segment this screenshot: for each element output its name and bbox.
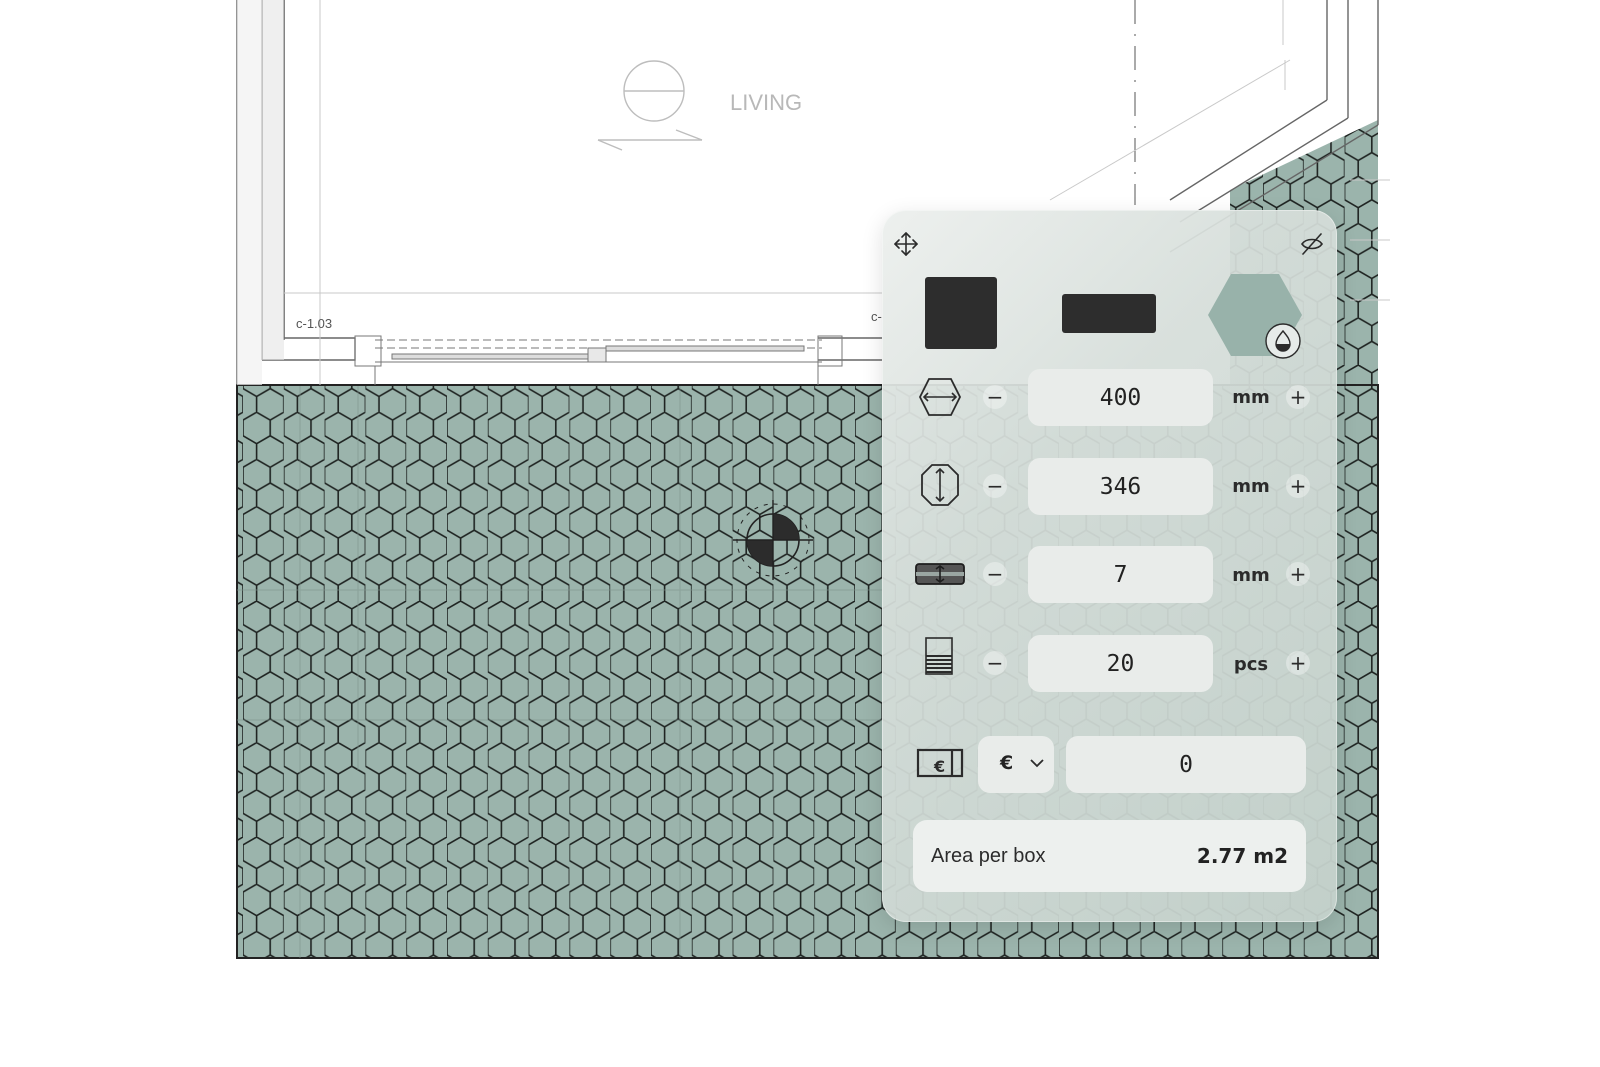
sliding-door (354, 335, 843, 385)
pieces-unit: pcs (1233, 654, 1269, 675)
eye-off-icon[interactable] (1298, 230, 1326, 258)
droplet-icon[interactable] (1264, 322, 1302, 360)
joint-gap-icon (915, 563, 965, 585)
pieces-increment-button[interactable]: + (1286, 651, 1310, 675)
pieces-per-box-input[interactable]: 20 (1028, 635, 1213, 692)
tile-height-decrement-button[interactable]: − (983, 474, 1007, 498)
chevron-down-icon (1030, 759, 1044, 768)
svg-text:€: € (933, 757, 945, 776)
area-per-box-label: Area per box (931, 845, 1046, 867)
area-per-box-value: 2.77 m2 (1196, 844, 1288, 868)
joint-width-unit: mm (1232, 565, 1270, 586)
joint-width-decrement-button[interactable]: − (983, 562, 1007, 586)
tile-settings-panel: − 400 mm + − 346 mm + − 7 mm + − 20 pcs … (882, 210, 1337, 922)
move-arrows-icon[interactable] (892, 230, 920, 258)
joint-width-increment-button[interactable]: + (1286, 562, 1310, 586)
room-code-cut-label: c- (871, 309, 882, 324)
pieces-decrement-button[interactable]: − (983, 651, 1007, 675)
stack-icon (925, 637, 953, 675)
shape-square-swatch[interactable] (925, 277, 997, 349)
room-code-label: c-1.03 (296, 316, 332, 331)
room-label: LIVING (730, 90, 802, 115)
tile-width-increment-button[interactable]: + (1286, 385, 1310, 409)
currency-select[interactable]: € (978, 736, 1054, 793)
tile-width-decrement-button[interactable]: − (983, 385, 1007, 409)
joint-width-input[interactable]: 7 (1028, 546, 1213, 603)
area-per-box-summary: Area per box 2.77 m2 (913, 820, 1306, 892)
hex-width-icon (918, 378, 962, 416)
price-tag-icon: € (916, 748, 964, 778)
hex-height-icon (921, 464, 959, 506)
tile-width-input[interactable]: 400 (1028, 369, 1213, 426)
tile-height-unit: mm (1232, 476, 1270, 497)
price-input[interactable]: 0 (1066, 736, 1306, 793)
tile-height-increment-button[interactable]: + (1286, 474, 1310, 498)
tile-height-input[interactable]: 346 (1028, 458, 1213, 515)
floor-plan: LIVING c-1.03 c- (236, 0, 1390, 959)
room-tag-symbol (597, 60, 703, 151)
currency-value: € (1000, 752, 1014, 774)
tile-width-unit: mm (1232, 387, 1270, 408)
shape-rectangle-swatch[interactable] (1062, 294, 1156, 333)
